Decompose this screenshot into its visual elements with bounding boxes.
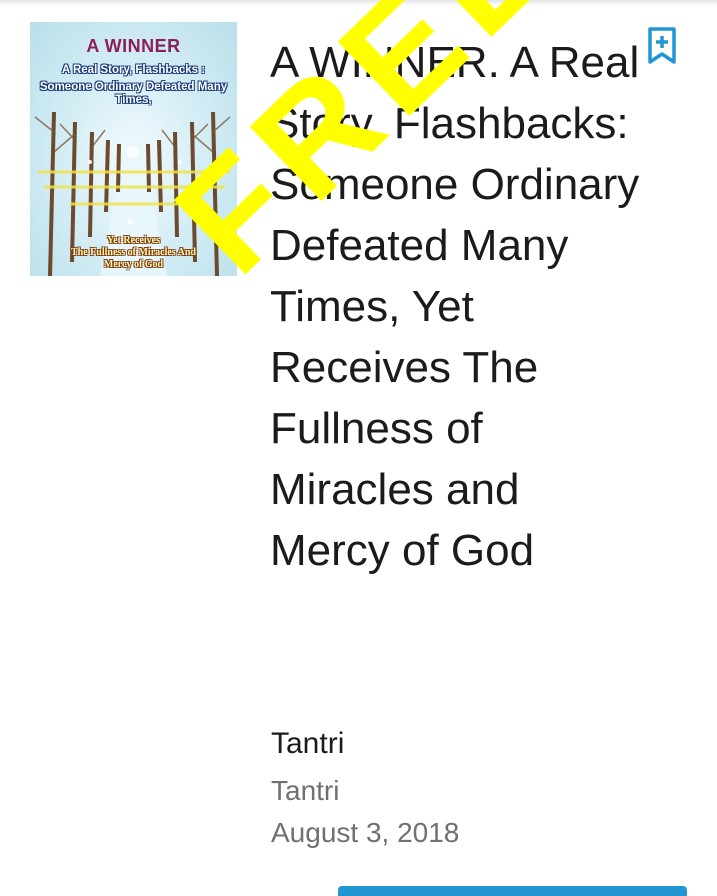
cover-title-text: A WINNER [86, 36, 181, 56]
book-cover-image[interactable]: A WINNER A Real Story, Flashbacks : Some… [30, 22, 237, 276]
cover-subtitle-line-1: A Real Story, Flashbacks : [61, 64, 206, 76]
cover-subtitle-line-2: Someone Ordinary Defeated Many Times, [39, 81, 228, 106]
book-title: A WINNER. A Real Story, Flashbacks: Some… [270, 38, 640, 575]
cover-footer-line-2: The Fullness of Miracles And [70, 247, 196, 258]
publish-date: August 3, 2018 [271, 817, 460, 848]
bookmark-add-icon [648, 27, 676, 64]
book-author[interactable]: Tantri [271, 727, 344, 761]
primary-action-button[interactable] [338, 886, 687, 896]
cover-footer-line-3: Mercy of God [103, 259, 164, 270]
cover-footer-line-1: Yet Receives [106, 235, 161, 246]
bookmark-button[interactable] [645, 26, 679, 66]
book-publisher: Tantri [271, 775, 340, 806]
top-shadow [0, 0, 717, 6]
book-detail-page: A WINNER A Real Story, Flashbacks : Some… [0, 0, 717, 896]
